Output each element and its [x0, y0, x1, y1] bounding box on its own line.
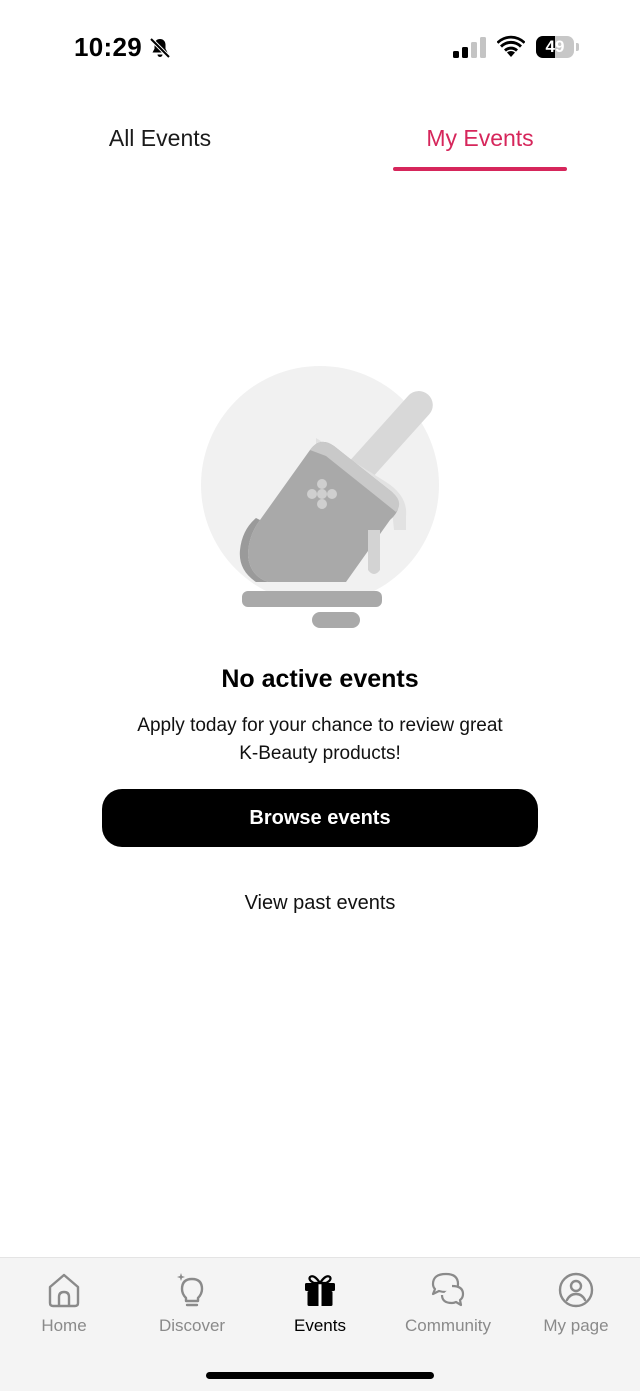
empty-state-subtitle-line1: Apply today for your chance to review gr… [137, 715, 503, 736]
nav-community-label: Community [405, 1316, 491, 1335]
empty-state-subtitle: Apply today for your chance to review gr… [120, 712, 520, 768]
nav-events-label: Events [294, 1316, 346, 1335]
user-circle-icon [558, 1272, 594, 1308]
nav-discover-label: Discover [158, 1316, 226, 1335]
chat-bubbles-icon [431, 1272, 465, 1307]
event-tabs: All Events My Events [0, 110, 640, 174]
paint-brush-illustration [201, 366, 439, 628]
bell-slash-icon [149, 37, 171, 59]
lightbulb-icon [177, 1273, 204, 1307]
home-indicator [206, 1372, 434, 1379]
nav-community[interactable]: Community [384, 1270, 512, 1342]
bottom-nav: Home Discover Events Community My page [0, 1257, 640, 1391]
gift-icon [305, 1275, 335, 1306]
battery-icon: 49 [536, 36, 580, 58]
nav-my-page-label: My page [543, 1316, 609, 1335]
nav-home[interactable]: Home [0, 1270, 128, 1342]
signal-icon [453, 37, 486, 58]
battery-cap [576, 43, 579, 51]
nav-home-label: Home [41, 1316, 87, 1335]
wifi-icon [497, 35, 525, 57]
battery-level: 49 [545, 37, 565, 56]
status-time: 10:29 [74, 32, 142, 62]
home-icon [48, 1273, 80, 1308]
tab-all-events[interactable]: All Events [0, 110, 320, 170]
status-bar: 10:29 49 [0, 0, 640, 96]
nav-events[interactable]: Events [256, 1270, 384, 1342]
active-tab-indicator [393, 167, 567, 171]
empty-state-subtitle-line2: K-Beauty products! [239, 743, 401, 764]
tab-my-events[interactable]: My Events [320, 110, 640, 170]
empty-state-title: No active events [221, 665, 419, 693]
battery-body: 49 [536, 36, 574, 58]
view-past-events-link[interactable]: View past events [200, 892, 440, 915]
nav-my-page[interactable]: My page [512, 1270, 640, 1342]
nav-discover[interactable]: Discover [128, 1270, 256, 1342]
browse-events-button[interactable]: Browse events [102, 789, 538, 847]
